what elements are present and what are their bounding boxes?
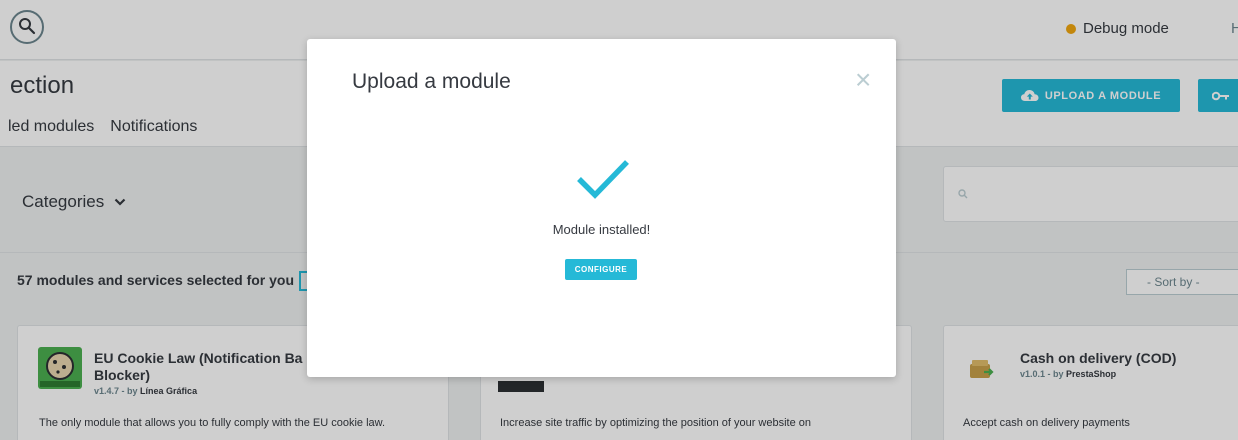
upload-module-modal: Upload a module × Module installed! CONF…: [307, 39, 896, 377]
modal-title: Upload a module: [352, 70, 511, 93]
install-status-message: Module installed!: [552, 222, 651, 237]
close-icon[interactable]: ×: [855, 66, 871, 94]
checkmark-icon: [577, 160, 629, 199]
configure-button[interactable]: CONFIGURE: [565, 259, 637, 280]
